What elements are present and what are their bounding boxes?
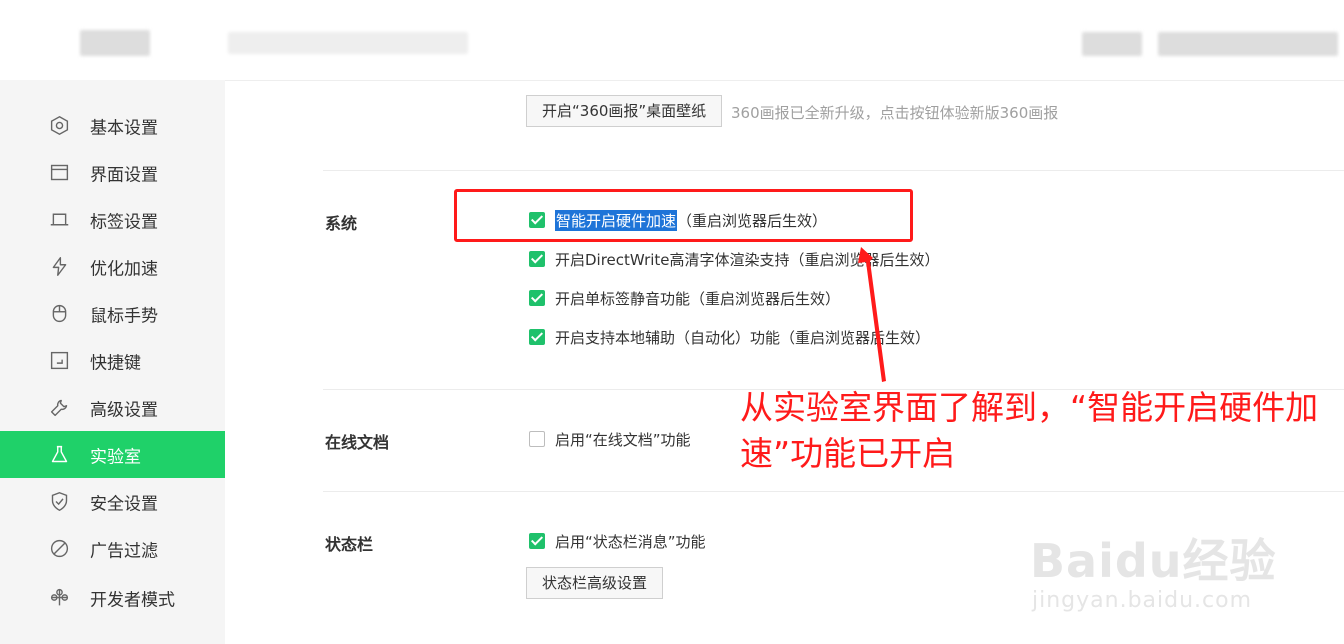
divider (323, 170, 1344, 171)
option-local-assist[interactable]: 开启支持本地辅助（自动化）功能 （重启浏览器后生效） (529, 327, 930, 347)
annotation-line-2: 速”功能已开启 (740, 434, 956, 473)
window-icon (49, 162, 70, 183)
wallpaper-button[interactable]: 开启“360画报”桌面壁纸 (526, 95, 723, 127)
sidebar-item-shortcuts[interactable]: 快捷键 (0, 337, 225, 384)
checkbox-checked[interactable] (529, 533, 545, 549)
sidebar-item-interface[interactable]: 界面设置 (0, 149, 225, 196)
section-title-system: 系统 (325, 214, 358, 233)
option-note: （重启浏览器后生效） (780, 328, 931, 347)
sidebar-item-label: 实验室 (90, 447, 141, 467)
sidebar-item-developer[interactable]: 开发者模式 (0, 574, 225, 621)
checkbox-checked[interactable] (529, 290, 545, 306)
option-statusbar-messages[interactable]: 启用“状态栏消息”功能 (529, 531, 706, 551)
annotation-text: 从实验室界面了解到，“智能开启硬件加 速”功能已开启 (740, 385, 1340, 477)
developer-icon (49, 587, 70, 608)
sidebar-item-label: 开发者模式 (90, 590, 175, 610)
watermark-logo: Baidu经验 (1030, 534, 1277, 588)
option-label: 开启DirectWrite高清字体渲染支持 (555, 250, 790, 269)
browser-header (0, 0, 1344, 81)
sidebar-item-label: 基本设置 (90, 118, 158, 138)
sidebar-item-optimize[interactable]: 优化加速 (0, 243, 225, 290)
option-note: （重启浏览器后生效） (789, 250, 940, 269)
section-title-statusbar: 状态栏 (325, 535, 374, 554)
flask-icon (49, 444, 70, 465)
tab-icon (49, 209, 70, 230)
wrench-icon (49, 397, 70, 418)
hexagon-settings-icon (49, 115, 70, 136)
sidebar-item-basic[interactable]: 基本设置 (0, 102, 225, 149)
checkbox-checked[interactable] (529, 329, 545, 345)
sidebar-item-label: 鼠标手势 (90, 306, 158, 326)
sidebar-item-tabs[interactable]: 标签设置 (0, 196, 225, 243)
settings-sidebar: 基本设置 界面设置 标签设置 优化加速 鼠标手势 快捷键 高级设置 实验室 安全… (0, 80, 225, 644)
annotation-line-1: 从实验室界面了解到，“智能开启硬件加 (740, 388, 1319, 427)
blurred-account (1158, 32, 1338, 56)
block-icon (49, 538, 70, 559)
blurred-user (1082, 32, 1142, 56)
sidebar-item-label: 优化加速 (90, 259, 158, 279)
option-label: 启用“状态栏消息”功能 (555, 532, 706, 551)
wallpaper-hint: 360画报已全新升级，点击按钮体验新版360画报 (731, 104, 1059, 122)
shield-icon (49, 491, 70, 512)
option-tab-mute[interactable]: 开启单标签静音功能 （重启浏览器后生效） (529, 288, 840, 308)
option-label: 启用“在线文档”功能 (555, 430, 691, 449)
sidebar-item-label: 广告过滤 (90, 541, 158, 561)
sidebar-item-label: 界面设置 (90, 165, 158, 185)
option-directwrite[interactable]: 开启DirectWrite高清字体渲染支持 （重启浏览器后生效） (529, 249, 940, 269)
divider (323, 491, 1344, 492)
sidebar-item-advanced[interactable]: 高级设置 (0, 384, 225, 431)
statusbar-advanced-button[interactable]: 状态栏高级设置 (526, 567, 664, 599)
option-label: 开启支持本地辅助（自动化）功能 (555, 328, 781, 347)
sidebar-item-security[interactable]: 安全设置 (0, 478, 225, 525)
blurred-logo (80, 30, 150, 56)
sidebar-item-lab[interactable]: 实验室 (0, 431, 225, 478)
baidu-watermark: Baidu经验 jingyan.baidu.com (1030, 500, 1330, 640)
sidebar-item-label: 快捷键 (90, 353, 141, 373)
sidebar-item-label: 安全设置 (90, 494, 158, 514)
sidebar-item-label: 标签设置 (90, 212, 158, 232)
sidebar-item-label: 高级设置 (90, 400, 158, 420)
blurred-title (228, 32, 468, 54)
checkbox-checked[interactable] (529, 251, 545, 267)
sidebar-item-mouse-gesture[interactable]: 鼠标手势 (0, 290, 225, 337)
annotation-highlight-box (454, 189, 913, 242)
lightning-icon (49, 256, 70, 277)
checkbox-unchecked[interactable] (529, 431, 545, 447)
option-online-docs[interactable]: 启用“在线文档”功能 (529, 429, 691, 449)
keyboard-shortcut-icon (49, 350, 70, 371)
section-title-online-docs: 在线文档 (325, 433, 390, 452)
option-note: （重启浏览器后生效） (690, 289, 841, 308)
watermark-url: jingyan.baidu.com (1032, 588, 1253, 613)
sidebar-item-adblock[interactable]: 广告过滤 (0, 525, 225, 572)
option-label: 开启单标签静音功能 (555, 289, 691, 308)
mouse-icon (49, 303, 70, 324)
